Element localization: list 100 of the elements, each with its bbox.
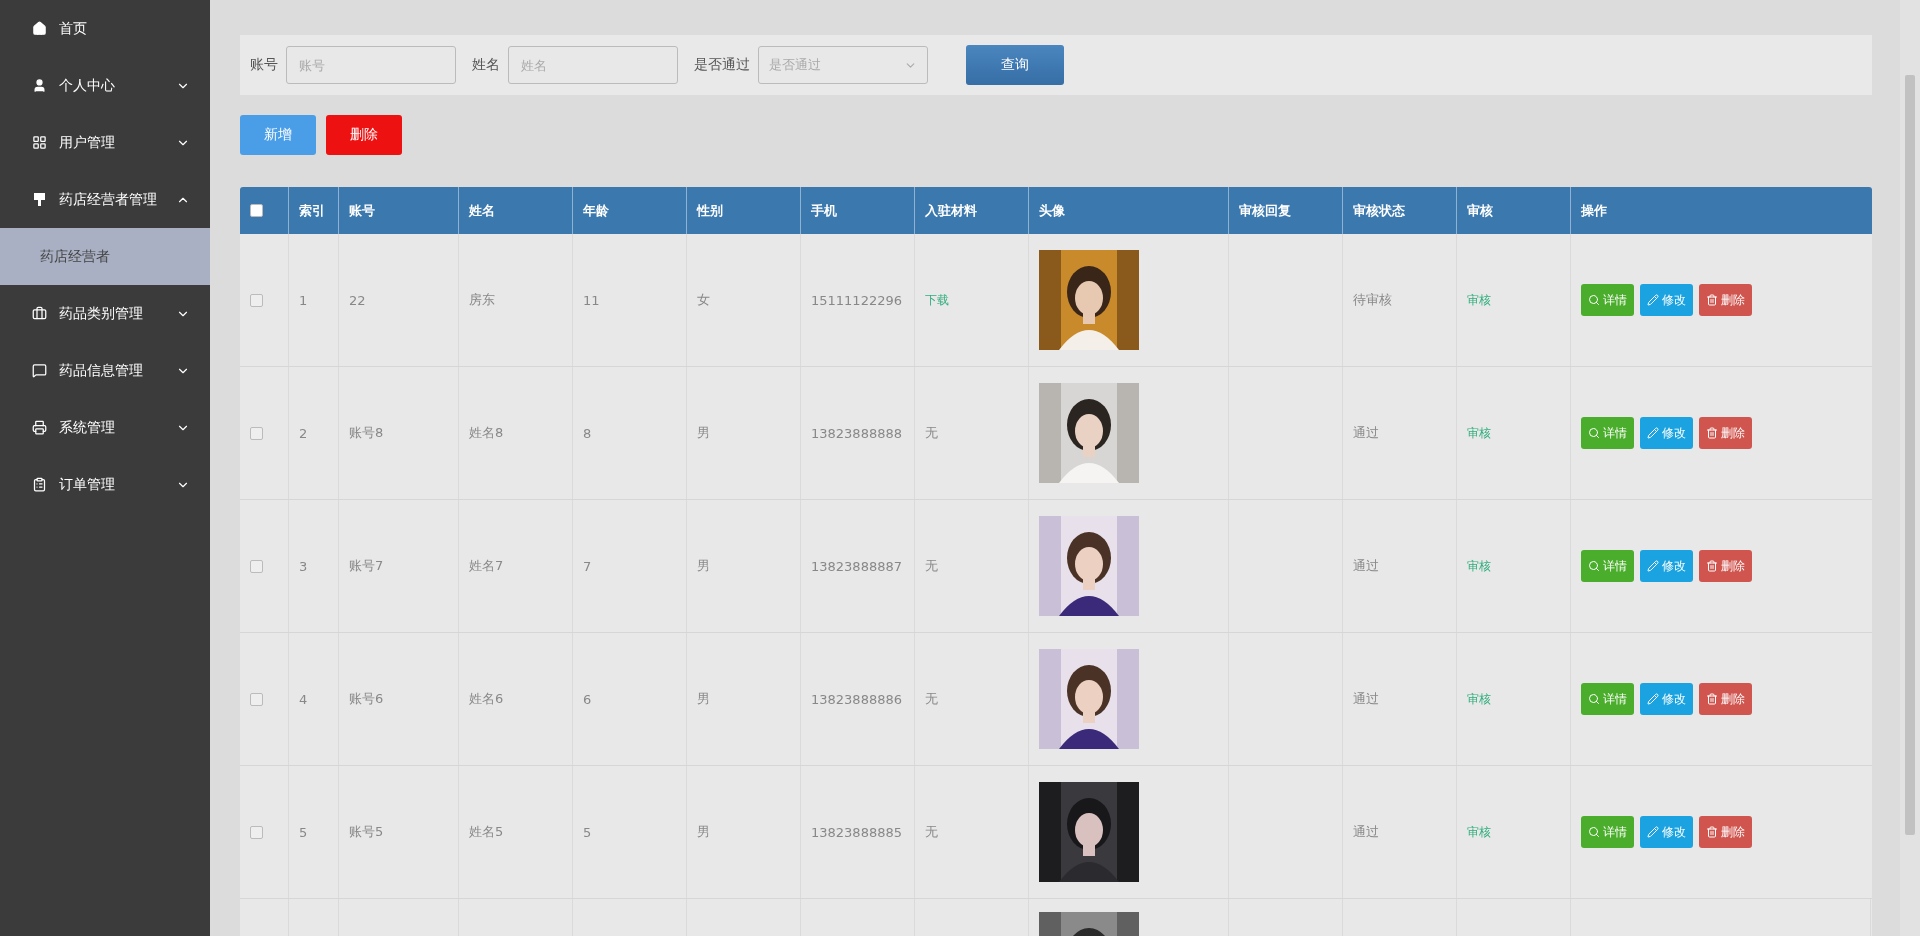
column-header: 操作 bbox=[1581, 201, 1607, 220]
column-header: 头像 bbox=[1039, 201, 1065, 220]
search-icon bbox=[1588, 826, 1600, 838]
table-cell: 男 bbox=[697, 424, 710, 442]
edit-button[interactable]: 修改 bbox=[1640, 284, 1693, 316]
column-header: 审核 bbox=[1467, 201, 1493, 220]
column-header: 索引 bbox=[299, 201, 325, 220]
edit-button[interactable]: 修改 bbox=[1640, 683, 1693, 715]
review-link[interactable]: 审核 bbox=[1467, 424, 1491, 442]
review-link[interactable]: 审核 bbox=[1467, 291, 1491, 309]
menu-item-icon bbox=[32, 363, 47, 378]
query-button[interactable]: 查询 bbox=[966, 45, 1064, 85]
table-cell: 男 bbox=[697, 823, 710, 841]
delete-button[interactable]: 删除 bbox=[1699, 417, 1752, 449]
sidebar-item[interactable]: 个人中心 bbox=[0, 57, 210, 114]
table-cell: 男 bbox=[697, 557, 710, 575]
pencil-icon bbox=[1647, 826, 1659, 838]
submenu-item[interactable]: 药店经营者 bbox=[0, 228, 210, 285]
delete-button[interactable]: 删除 bbox=[1699, 683, 1752, 715]
delete-button[interactable]: 删除 bbox=[326, 115, 402, 155]
table-cell: 女 bbox=[697, 291, 710, 309]
select-field[interactable]: 是否通过 bbox=[758, 46, 928, 84]
details-button[interactable]: 详情 bbox=[1581, 417, 1634, 449]
menu-item-icon bbox=[32, 78, 47, 93]
delete-button[interactable]: 删除 bbox=[1699, 550, 1752, 582]
sidebar-item[interactable]: 药品类别管理 bbox=[0, 285, 210, 342]
table-cell: 5 bbox=[583, 824, 592, 840]
table-cell: 账号8 bbox=[349, 424, 384, 442]
table-cell: 2 bbox=[299, 425, 308, 441]
table-cell: 通过 bbox=[1353, 690, 1379, 708]
table-cell: 账号6 bbox=[349, 690, 384, 708]
trash-icon bbox=[1706, 826, 1718, 838]
table-cell: 7 bbox=[583, 558, 592, 574]
sidebar-item[interactable]: 系统管理 bbox=[0, 399, 210, 456]
field-label: 是否通过 bbox=[694, 56, 750, 74]
table-cell: 无 bbox=[925, 557, 938, 575]
checkbox[interactable] bbox=[250, 204, 263, 217]
table-cell: 13823888885 bbox=[811, 824, 902, 840]
checkbox[interactable] bbox=[250, 825, 263, 839]
sidebar-item[interactable]: 药品信息管理 bbox=[0, 342, 210, 399]
field-label: 姓名 bbox=[472, 56, 500, 74]
table-cell: 13823888888 bbox=[811, 425, 902, 441]
input-field[interactable]: 账号 bbox=[286, 46, 456, 84]
table-cell: 房东 bbox=[469, 291, 495, 309]
column-header: 手机 bbox=[811, 201, 837, 220]
sidebar-item[interactable]: 首页 bbox=[0, 0, 210, 57]
table-cell: 13823888886 bbox=[811, 691, 902, 707]
checkbox[interactable] bbox=[250, 426, 263, 440]
trash-icon bbox=[1706, 693, 1718, 705]
delete-button[interactable]: 删除 bbox=[1699, 284, 1752, 316]
table-cell: 账号5 bbox=[349, 823, 384, 841]
column-header: 年龄 bbox=[583, 201, 609, 220]
table-cell: 3 bbox=[299, 558, 308, 574]
review-link[interactable]: 审核 bbox=[1467, 557, 1491, 575]
table-cell: 姓名8 bbox=[469, 424, 504, 442]
table-cell: 13823888887 bbox=[811, 558, 902, 574]
details-button[interactable]: 详情 bbox=[1581, 284, 1634, 316]
scrollbar[interactable] bbox=[1900, 0, 1920, 936]
review-link[interactable]: 审核 bbox=[1467, 823, 1491, 841]
input-field[interactable]: 姓名 bbox=[508, 46, 678, 84]
table-cell: 姓名5 bbox=[469, 823, 504, 841]
table-cell: 1 bbox=[299, 292, 308, 308]
checkbox[interactable] bbox=[250, 293, 263, 307]
sidebar-item[interactable]: 药店经营者管理 bbox=[0, 171, 210, 228]
menu-item-icon bbox=[32, 477, 47, 492]
review-link[interactable]: 审核 bbox=[1467, 690, 1491, 708]
edit-button[interactable]: 修改 bbox=[1640, 417, 1693, 449]
column-header: 审核状态 bbox=[1353, 201, 1405, 220]
table-cell: 11 bbox=[583, 292, 600, 308]
search-icon bbox=[1588, 427, 1600, 439]
table-cell: 姓名6 bbox=[469, 690, 504, 708]
table-cell: 无 bbox=[925, 690, 938, 708]
marker-icon bbox=[32, 192, 47, 207]
table-cell: 账号7 bbox=[349, 557, 384, 575]
search-icon bbox=[1588, 560, 1600, 572]
details-button[interactable]: 详情 bbox=[1581, 550, 1634, 582]
table-cell: 无 bbox=[925, 424, 938, 442]
pencil-icon bbox=[1647, 560, 1659, 572]
edit-button[interactable]: 修改 bbox=[1640, 816, 1693, 848]
add-button[interactable]: 新增 bbox=[240, 115, 316, 155]
search-icon bbox=[1588, 693, 1600, 705]
column-header: 入驻材料 bbox=[925, 201, 977, 220]
table-cell: 男 bbox=[697, 690, 710, 708]
delete-button[interactable]: 删除 bbox=[1699, 816, 1752, 848]
table-cell: 通过 bbox=[1353, 557, 1379, 575]
table-cell: 22 bbox=[349, 292, 366, 308]
column-header: 账号 bbox=[349, 201, 375, 220]
sidebar-item[interactable]: 用户管理 bbox=[0, 114, 210, 171]
menu-item-icon bbox=[32, 21, 47, 36]
table-cell: 待审核 bbox=[1353, 291, 1392, 309]
checkbox[interactable] bbox=[250, 559, 263, 573]
checkbox[interactable] bbox=[250, 692, 263, 706]
download-link[interactable]: 下载 bbox=[925, 291, 949, 309]
details-button[interactable]: 详情 bbox=[1581, 816, 1634, 848]
sidebar-item[interactable]: 订单管理 bbox=[0, 456, 210, 513]
search-icon bbox=[1588, 294, 1600, 306]
table-cell: 通过 bbox=[1353, 424, 1379, 442]
table-cell: 姓名7 bbox=[469, 557, 504, 575]
details-button[interactable]: 详情 bbox=[1581, 683, 1634, 715]
edit-button[interactable]: 修改 bbox=[1640, 550, 1693, 582]
